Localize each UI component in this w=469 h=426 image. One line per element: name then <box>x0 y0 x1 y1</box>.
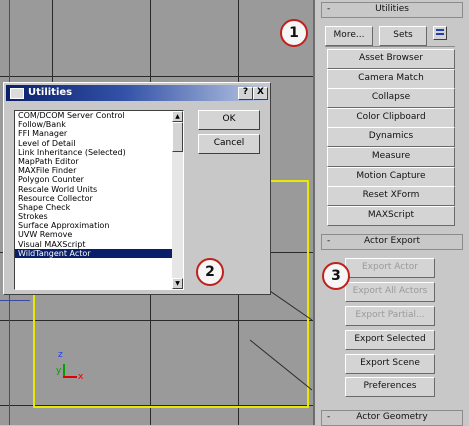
configure-sets-icon-glyph <box>436 33 444 35</box>
utility-button-label: Reset XForm <box>362 190 420 201</box>
close-icon: X <box>257 87 264 97</box>
scroll-down-icon[interactable]: ▼ <box>172 278 183 289</box>
x-axis-label: x <box>78 372 84 382</box>
utility-button-label: Camera Match <box>358 72 424 83</box>
utility-button[interactable]: Color Clipboard <box>327 107 455 128</box>
utility-button[interactable]: Measure <box>327 147 455 167</box>
list-item[interactable]: MAXFile Finder <box>15 166 183 175</box>
utility-button-label: Asset Browser <box>359 53 423 63</box>
utilities-dialog: Utilities ? X COM/DCOM Server Control Fol… <box>3 82 271 295</box>
utility-button[interactable]: MAXScript <box>327 205 455 226</box>
actor-export-button[interactable]: Preferences <box>345 377 435 397</box>
actor-geometry-rollout-title[interactable]: - Actor Geometry <box>321 410 463 426</box>
list-item[interactable]: UVW Remove <box>15 230 183 239</box>
utility-button[interactable]: Reset XForm <box>327 186 455 207</box>
more-label: More... <box>333 30 365 40</box>
ok-button[interactable]: OK <box>198 110 260 130</box>
utility-button[interactable]: Camera Match <box>327 68 455 89</box>
utility-listbox[interactable]: COM/DCOM Server Control Follow/Bank FFI Ma… <box>14 110 184 290</box>
scroll-thumb[interactable] <box>172 122 183 152</box>
list-item[interactable]: Surface Approximation <box>15 221 183 230</box>
callout-2: 2 <box>196 258 224 286</box>
utility-button-label: Measure <box>371 151 411 161</box>
utility-button-label: Color Clipboard <box>356 111 426 122</box>
actor-export-button-label: Preferences <box>363 381 417 391</box>
list-item[interactable]: Polygon Counter <box>15 175 183 184</box>
list-item[interactable]: Strokes <box>15 212 183 221</box>
utility-button[interactable]: Motion Capture <box>327 166 455 187</box>
dialog-title: Utilities <box>28 87 73 98</box>
actor-export-button[interactable]: Export All Actors <box>345 282 435 302</box>
list-scrollbar[interactable]: ▲ ▼ <box>172 111 183 289</box>
actor-export-button-label: Export Actor <box>361 262 418 272</box>
collapse-icon: - <box>327 236 331 246</box>
list-item[interactable]: Follow/Bank <box>15 120 183 129</box>
configure-sets-icon[interactable] <box>433 26 447 40</box>
utility-button-label: MAXScript <box>367 209 415 220</box>
scroll-up-icon[interactable]: ▲ <box>172 111 183 122</box>
utility-button[interactable]: Asset Browser <box>327 49 455 69</box>
axis-gizmo: z y x <box>54 350 94 384</box>
actor-export-button[interactable]: Export Selected <box>345 330 435 350</box>
callout-3: 3 <box>322 262 350 290</box>
utility-button[interactable]: Dynamics <box>327 127 455 148</box>
list-item[interactable]: Link Inheritance (Selected) <box>15 148 183 157</box>
list-item[interactable]: COM/DCOM Server Control <box>15 111 183 120</box>
list-item[interactable]: FFI Manager <box>15 129 183 138</box>
ok-label: OK <box>222 114 236 124</box>
list-item[interactable]: WildTangent Actor <box>15 248 183 258</box>
configure-sets-icon-glyph <box>436 29 444 31</box>
y-axis-label: y <box>56 366 62 376</box>
sets-button[interactable]: Sets <box>379 26 427 46</box>
actor-export-button-label: Export Partial... <box>355 310 425 320</box>
utilities-rollout-title[interactable]: - Utilities <box>321 2 463 18</box>
more-button[interactable]: More... <box>325 26 373 46</box>
help-button[interactable]: ? <box>238 87 253 100</box>
list-item[interactable]: Shape Check <box>15 203 183 212</box>
command-panel: - Utilities More... Sets Asset Browser Ca… <box>313 0 469 426</box>
list-item[interactable]: Visual MAXScript <box>15 240 183 249</box>
z-axis-label: z <box>58 350 63 360</box>
actor-export-button[interactable]: Export Partial... <box>345 306 435 326</box>
actor-geometry-title: Actor Geometry <box>356 412 428 422</box>
collapse-icon: - <box>327 4 331 14</box>
cancel-button[interactable]: Cancel <box>198 134 260 154</box>
dialog-titlebar[interactable]: Utilities ? X <box>6 85 268 101</box>
actor-export-title: Actor Export <box>363 236 420 246</box>
actor-export-button-label: Export All Actors <box>352 286 428 296</box>
cancel-label: Cancel <box>213 138 245 148</box>
actor-export-button-label: Export Selected <box>354 334 426 344</box>
utility-button-label: Dynamics <box>368 131 414 142</box>
utility-button-label: Motion Capture <box>356 170 426 181</box>
close-button[interactable]: X <box>253 87 268 100</box>
actor-export-button[interactable]: Export Actor <box>345 258 435 278</box>
x-axis-line <box>63 376 77 378</box>
utility-list-items: COM/DCOM Server Control Follow/Bank FFI Ma… <box>15 111 183 258</box>
sets-label: Sets <box>393 30 413 40</box>
actor-export-button-label: Export Scene <box>360 358 420 368</box>
utilities-title: Utilities <box>375 4 409 14</box>
list-item[interactable]: Rescale World Units <box>15 185 183 194</box>
window-icon <box>10 88 24 99</box>
list-item[interactable]: MapPath Editor <box>15 157 183 166</box>
divider <box>325 46 455 47</box>
callout-1: 1 <box>280 19 308 47</box>
utility-button-label: Collapse <box>371 92 411 103</box>
actor-export-button[interactable]: Export Scene <box>345 354 435 374</box>
actor-export-rollout-title[interactable]: - Actor Export <box>321 234 463 250</box>
help-icon: ? <box>242 87 249 97</box>
utility-button[interactable]: Collapse <box>327 88 455 109</box>
list-item[interactable]: Resource Collector <box>15 194 183 203</box>
collapse-icon: - <box>327 412 331 422</box>
list-item[interactable]: Level of Detail <box>15 139 183 148</box>
